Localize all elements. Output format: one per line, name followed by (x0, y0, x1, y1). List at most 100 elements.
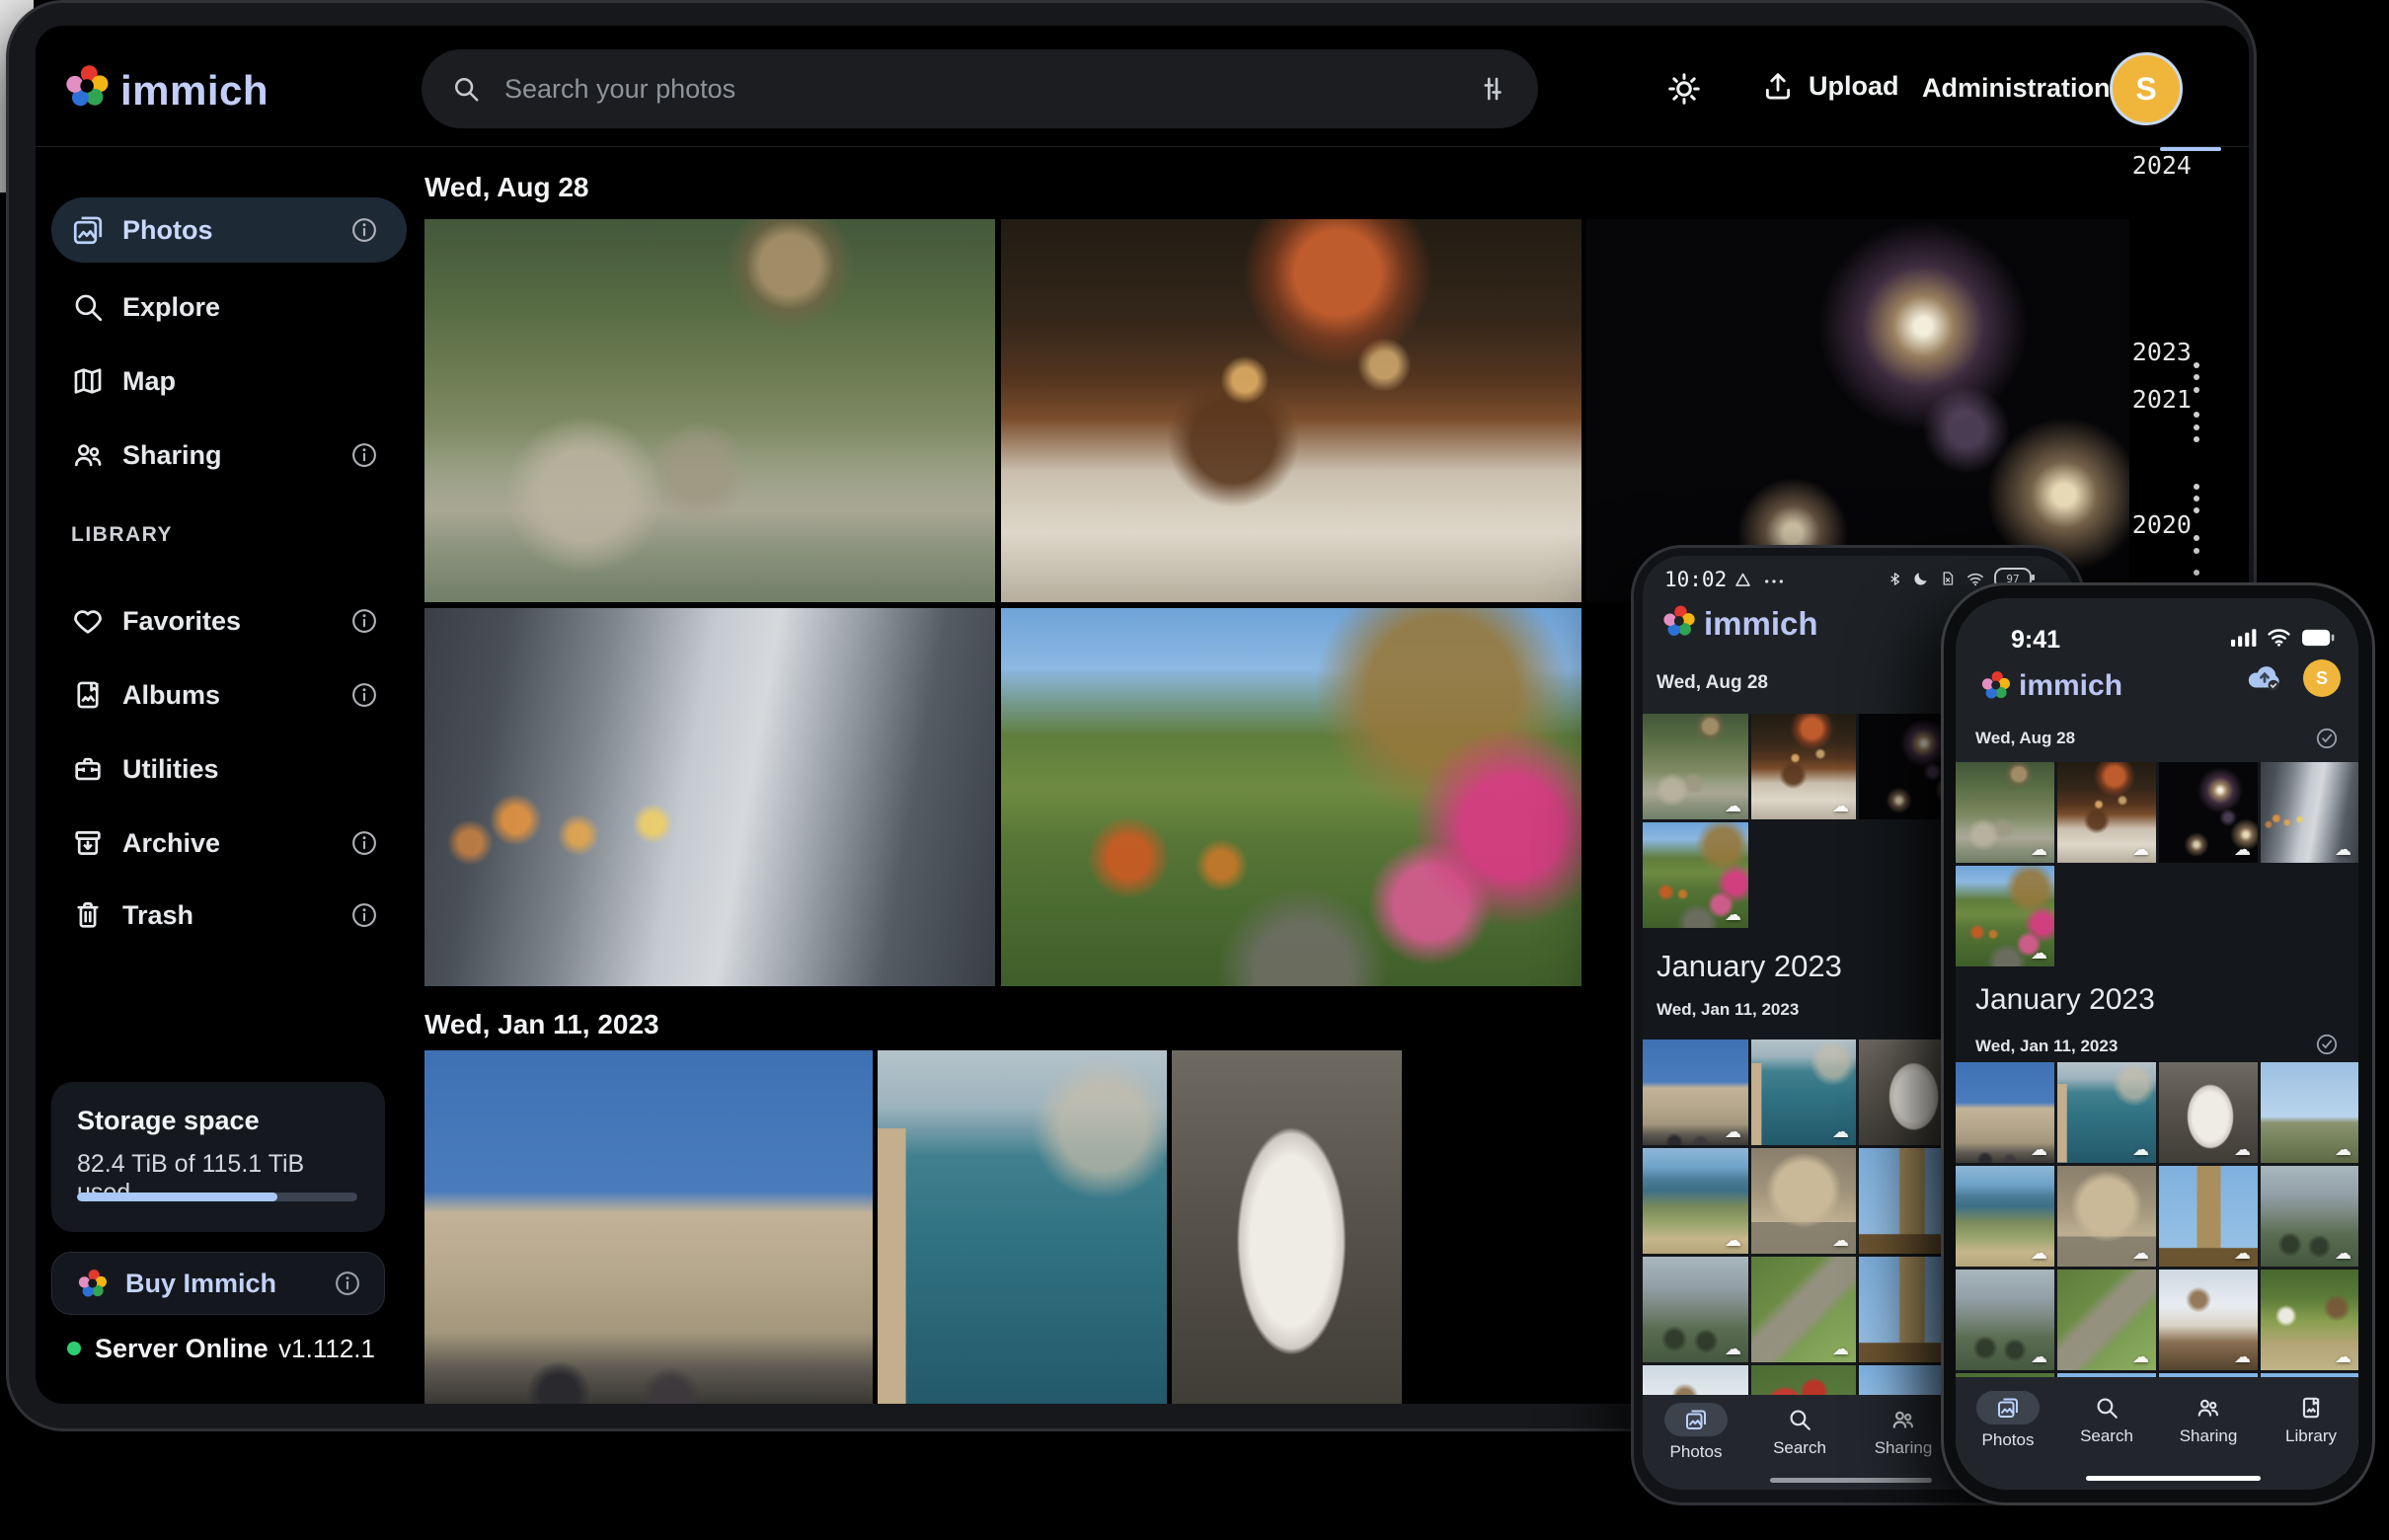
thumb-coastal-fort[interactable] (1751, 1040, 1856, 1145)
month-header: January 2023 (1657, 949, 1842, 984)
administration-link[interactable]: Administration (1922, 73, 2111, 104)
thumb-zoo-monkeys[interactable] (1956, 762, 2054, 863)
nav-search[interactable]: Search (2080, 1395, 2133, 1446)
sidebar-item-sharing[interactable]: Sharing (51, 423, 407, 488)
thumb-viaduct[interactable] (1643, 1257, 1748, 1362)
thumb-fortress-wall[interactable] (1643, 1040, 1748, 1145)
thumb-coast-road[interactable] (1643, 1148, 1748, 1254)
no-sim-icon (1939, 570, 1957, 587)
search-bar[interactable] (422, 49, 1538, 128)
thumb-city-tower[interactable] (2159, 1166, 2258, 1267)
home-indicator[interactable] (1770, 1478, 1932, 1483)
photos-icon (71, 213, 105, 247)
immich-logo-icon[interactable] (59, 59, 113, 113)
thumb-autumn-park[interactable] (1643, 822, 1748, 928)
nav-search[interactable]: Search (1773, 1407, 1826, 1458)
timeline-year-2024[interactable]: 2024 (2126, 151, 2192, 180)
signal-icon (2231, 628, 2257, 647)
cloud-sync-icon[interactable] (2244, 659, 2285, 692)
upload-button[interactable]: Upload (1761, 69, 1899, 103)
thumb-marble-bust[interactable] (2159, 1062, 2258, 1163)
thumb-holding-hands[interactable] (2261, 762, 2358, 863)
timeline-year-2021[interactable]: 2021 (2126, 385, 2192, 414)
nav-library[interactable]: Library (2285, 1395, 2337, 1446)
nav-photos[interactable]: Photos (1976, 1391, 2040, 1450)
thumb-carved-rock[interactable] (1751, 1148, 1856, 1254)
thumb-carved-rock[interactable] (2057, 1166, 2156, 1267)
buy-immich-button[interactable]: Buy Immich (51, 1252, 385, 1315)
search-filter-icon[interactable] (1477, 73, 1508, 105)
thumb-coast-road[interactable] (1956, 1166, 2054, 1267)
thumb-lizard[interactable] (2057, 1270, 2156, 1370)
timeline-tick (2194, 387, 2199, 393)
info-icon[interactable] (349, 215, 379, 245)
thumb-dinner-table[interactable] (1751, 714, 1856, 819)
timeline-tick (2194, 496, 2199, 501)
nav-photos[interactable]: Photos (1664, 1403, 1728, 1462)
thumb-lizard[interactable] (1751, 1257, 1856, 1362)
sidebar-item-favorites[interactable]: Favorites (51, 588, 407, 654)
date-group-header: Wed, Aug 28 (424, 172, 588, 203)
select-all-check-icon[interactable] (2315, 727, 2339, 750)
thumb-viaduct[interactable] (1956, 1270, 2054, 1370)
user-avatar[interactable]: S (2110, 52, 2183, 125)
thumb-alpine-farm[interactable] (2261, 1270, 2358, 1370)
photo-green-berries[interactable] (1408, 1050, 1636, 1404)
select-all-check-icon[interactable] (2315, 1033, 2339, 1056)
search-icon (1787, 1407, 1812, 1432)
search-input[interactable] (502, 73, 1477, 106)
sidebar-item-archive[interactable]: Archive (51, 810, 407, 876)
thumb-autumn-park[interactable] (1956, 866, 2054, 966)
sidebar-item-trash[interactable]: Trash (51, 883, 407, 948)
nav-sharing[interactable]: Sharing (1875, 1407, 1933, 1458)
brand-wordmark: immich (2019, 669, 2122, 703)
dnd-moon-icon (1912, 570, 1930, 587)
sidebar-item-map[interactable]: Map (51, 348, 407, 414)
photo-zoo-monkeys[interactable] (424, 219, 995, 602)
wifi-icon (2267, 628, 2291, 647)
thumb-dinner-table[interactable] (2057, 762, 2156, 863)
photo-dinner-table[interactable] (1001, 219, 1581, 602)
sun-icon (1666, 71, 1702, 107)
people-icon (71, 438, 105, 472)
iphone-status-icons (2231, 628, 2335, 647)
thumb-coastal-fort[interactable] (2057, 1062, 2156, 1163)
home-indicator[interactable] (2086, 1476, 2261, 1481)
info-icon[interactable] (349, 606, 379, 636)
date-group-header: Wed, Jan 11, 2023 (1975, 1037, 2118, 1056)
timeline-tick (2194, 507, 2199, 513)
thumb-snowy-village[interactable] (2159, 1270, 2258, 1370)
online-status-dot (67, 1342, 81, 1355)
photo-autumn-park[interactable] (1001, 608, 1581, 986)
thumb-ridge[interactable] (2261, 1062, 2358, 1163)
photo-holding-hands[interactable] (424, 608, 995, 986)
bluetooth-icon (1887, 571, 1903, 587)
thumb-fortress-wall[interactable] (1956, 1062, 2054, 1163)
theme-toggle-button[interactable] (1666, 71, 1702, 107)
info-icon[interactable] (349, 680, 379, 710)
info-icon[interactable] (349, 900, 379, 930)
nav-sharing[interactable]: Sharing (2180, 1395, 2238, 1446)
month-header: January 2023 (1975, 983, 2155, 1017)
brand-wordmark[interactable]: immich (120, 67, 269, 115)
timeline-year-2020[interactable]: 2020 (2126, 510, 2192, 539)
thumb-fireworks[interactable] (2159, 762, 2258, 863)
info-icon[interactable] (349, 828, 379, 858)
thumb-stone-bridge[interactable] (2261, 1166, 2358, 1267)
user-avatar[interactable]: S (2303, 659, 2341, 697)
photo-marble-bust[interactable] (1172, 1050, 1402, 1404)
photo-fortress-wall[interactable] (424, 1050, 873, 1404)
sidebar-item-label: Photos (122, 215, 213, 246)
notification-icon (1734, 571, 1752, 589)
sidebar-item-albums[interactable]: Albums (51, 662, 407, 728)
timeline-year-2023[interactable]: 2023 (2126, 338, 2192, 366)
timeline-tick (2194, 548, 2199, 554)
info-icon[interactable] (333, 1269, 362, 1298)
sidebar-item-explore[interactable]: Explore (51, 274, 407, 340)
info-icon[interactable] (349, 440, 379, 470)
sidebar-item-photos[interactable]: Photos (51, 197, 407, 263)
library-section-label: LIBRARY (71, 523, 173, 547)
photo-coastal-fort[interactable] (878, 1050, 1167, 1404)
sidebar-item-utilities[interactable]: Utilities (51, 736, 407, 802)
thumb-zoo-monkeys[interactable] (1643, 714, 1748, 819)
